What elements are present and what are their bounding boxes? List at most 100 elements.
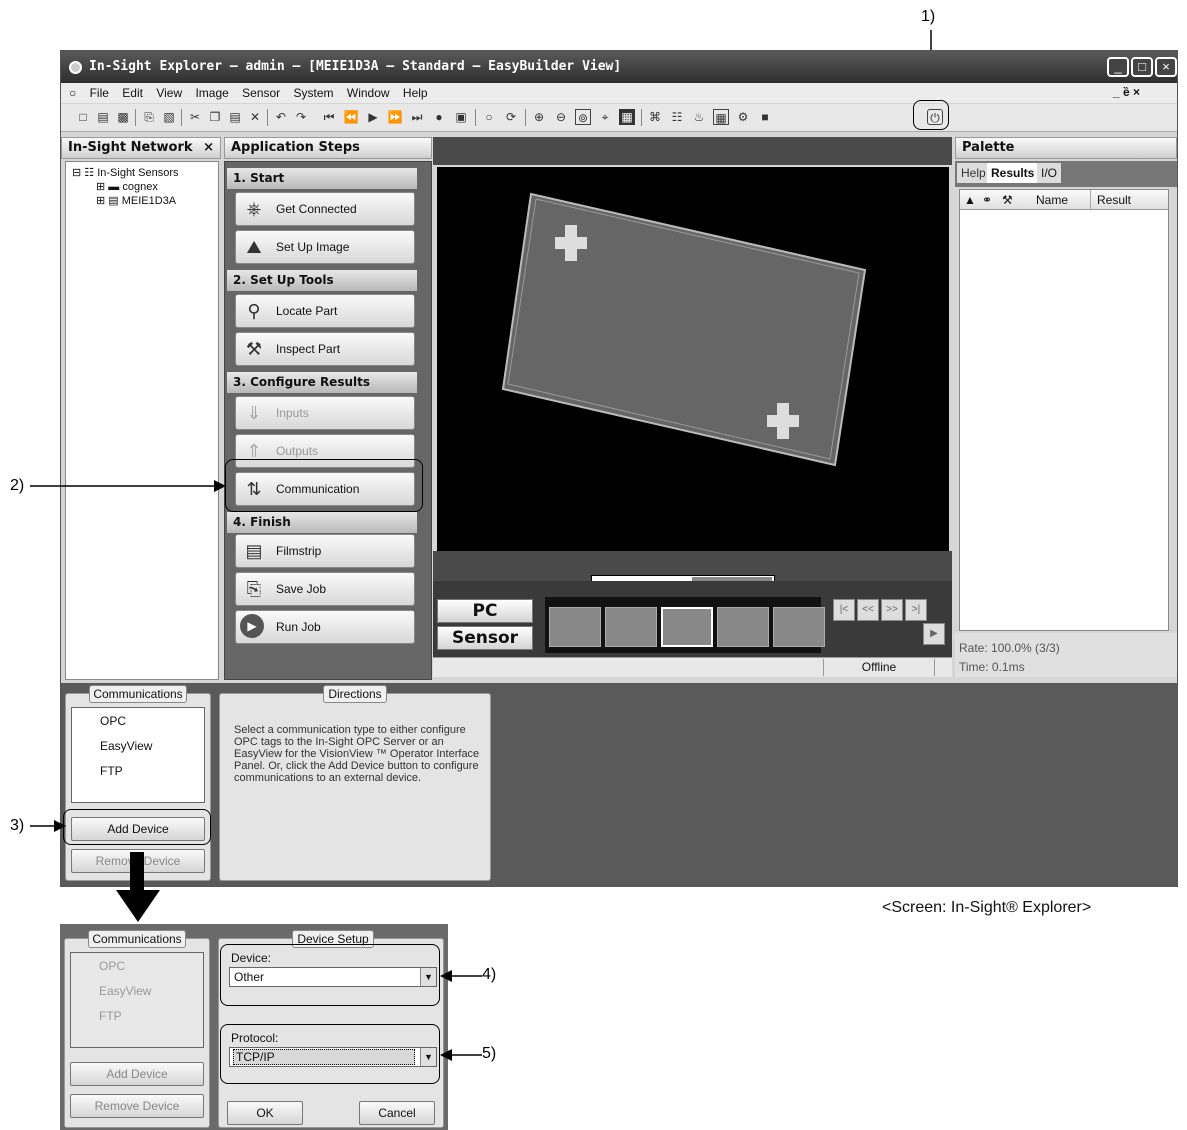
- menu-image[interactable]: Image: [195, 86, 228, 100]
- step-inputs[interactable]: ⇓ Inputs: [235, 396, 415, 430]
- palette-header: Palette: [955, 137, 1177, 159]
- menu-view[interactable]: View: [156, 86, 182, 100]
- minimize-button[interactable]: _: [1107, 57, 1129, 77]
- grid-icon[interactable]: ⌖: [597, 109, 613, 125]
- sensor-button[interactable]: Sensor: [437, 626, 533, 650]
- tree-node-cognex[interactable]: ⊞ ▬ cognex: [96, 180, 158, 194]
- rewind-icon[interactable]: ⏪: [343, 109, 359, 125]
- network-icon[interactable]: ☷: [669, 109, 685, 125]
- filmstrip-thumb[interactable]: [549, 607, 601, 647]
- stop-icon[interactable]: ■: [757, 109, 773, 125]
- print-icon[interactable]: ⎘: [141, 109, 157, 125]
- first-frame-button[interactable]: |<: [833, 599, 855, 621]
- list-item-opc[interactable]: OPC: [100, 714, 126, 728]
- zoom-out-icon[interactable]: ⊖: [553, 109, 569, 125]
- redo-icon[interactable]: ↷: [293, 109, 309, 125]
- step-save-job[interactable]: ⎘ Save Job: [235, 572, 415, 606]
- cancel-button[interactable]: Cancel: [359, 1101, 435, 1125]
- tree-node-sensor[interactable]: ⊞ ▤ MEIE1D3A: [96, 194, 176, 208]
- play-frame-button[interactable]: ▶: [923, 623, 945, 645]
- column-name[interactable]: Name: [1036, 190, 1068, 210]
- copy-icon[interactable]: ❐: [207, 109, 223, 125]
- menu-system[interactable]: System: [294, 86, 334, 100]
- undo-icon[interactable]: ↶: [273, 109, 289, 125]
- play-icon[interactable]: ▶: [365, 109, 381, 125]
- image-display[interactable]: [437, 167, 949, 551]
- step-get-connected[interactable]: ⎈ Get Connected: [235, 192, 415, 226]
- list-item-easyview[interactable]: EasyView: [100, 739, 152, 753]
- network-tree: ⊟ ☷ In-Sight Sensors ⊞ ▬ cognex ⊞ ▤ MEIE…: [65, 161, 219, 680]
- close-button[interactable]: ×: [1155, 57, 1177, 77]
- paste-icon[interactable]: ▤: [227, 109, 243, 125]
- section-finish: 4. Finish: [227, 512, 417, 533]
- step-locate-part[interactable]: ⚲ Locate Part: [235, 294, 415, 328]
- callout-5-arrow: [440, 1049, 482, 1061]
- toolbar-separator: [525, 109, 526, 126]
- image-setup-icon: ⛰: [246, 237, 262, 257]
- sensor-icon[interactable]: ♨: [691, 109, 707, 125]
- tab-io[interactable]: I/O: [1037, 163, 1062, 183]
- maximize-button[interactable]: □: [1131, 57, 1153, 77]
- tool-icon: ⚒: [1002, 193, 1013, 207]
- menu-window[interactable]: Window: [347, 86, 390, 100]
- zoom-in-icon[interactable]: ⊕: [531, 109, 547, 125]
- tree-node-root[interactable]: ⊟ ☷ In-Sight Sensors: [72, 166, 179, 180]
- network-close-icon[interactable]: ×: [203, 138, 214, 158]
- image-icon[interactable]: ▦: [619, 109, 635, 125]
- fast-forward-icon[interactable]: ⏩: [387, 109, 403, 125]
- filmstrip-thumb[interactable]: [605, 607, 657, 647]
- column-result[interactable]: Result: [1090, 190, 1131, 210]
- cut-icon[interactable]: ✂: [187, 109, 203, 125]
- print-preview-icon[interactable]: ▧: [161, 109, 177, 125]
- step-run-job[interactable]: ▶ Run Job: [235, 610, 415, 644]
- results-table: ▲ ⚭ ⚒ Name Result: [959, 189, 1169, 631]
- communications-legend-2: Communications: [88, 930, 186, 948]
- list-item-ftp[interactable]: FTP: [100, 764, 123, 778]
- mdi-controls[interactable]: _ ȅ ×: [1113, 85, 1140, 99]
- menu-sensor[interactable]: Sensor: [242, 86, 280, 100]
- live-icon[interactable]: ○: [481, 109, 497, 125]
- callout-2-box: [225, 459, 423, 512]
- filmstrip-thumb[interactable]: [717, 607, 769, 647]
- filmstrip-thumb[interactable]: [661, 607, 713, 647]
- toolbar-separator: [267, 109, 268, 126]
- pc-button[interactable]: PC: [437, 599, 533, 623]
- open-icon[interactable]: ▤: [95, 109, 111, 125]
- tab-help[interactable]: Help: [957, 163, 990, 183]
- tab-results[interactable]: Results: [987, 163, 1039, 183]
- directions-text: Select a communication type to either co…: [234, 724, 480, 784]
- record-icon[interactable]: ●: [431, 109, 447, 125]
- section-start: 1. Start: [227, 168, 417, 189]
- app-logo-icon: [69, 61, 82, 74]
- ok-button[interactable]: OK: [227, 1101, 303, 1125]
- prev-frame-button[interactable]: <<: [857, 599, 879, 621]
- menu-edit[interactable]: Edit: [122, 86, 143, 100]
- refresh-icon[interactable]: ⟳: [503, 109, 519, 125]
- menu-help[interactable]: Help: [403, 86, 428, 100]
- palette-footer: Rate: 100.0% (3/3) Time: 0.1ms: [955, 633, 1177, 677]
- spreadsheet-icon[interactable]: ▦: [713, 109, 729, 125]
- step-filmstrip[interactable]: ▤ Filmstrip: [235, 534, 415, 568]
- cross-icon[interactable]: ⌘: [647, 109, 663, 125]
- last-frame-button[interactable]: >|: [905, 599, 927, 621]
- callout-1-label: 1): [921, 8, 936, 25]
- new-icon[interactable]: □: [75, 109, 91, 125]
- zoom-fit-icon[interactable]: ⊚: [575, 109, 591, 125]
- menu-file[interactable]: File: [90, 86, 109, 100]
- communications-list[interactable]: OPC EasyView FTP: [71, 707, 205, 803]
- step-inspect-part[interactable]: ⚒ Inspect Part: [235, 332, 415, 366]
- filmstrip-thumb[interactable]: [773, 607, 825, 647]
- snapshot-icon[interactable]: ▣: [453, 109, 469, 125]
- next-frame-button[interactable]: >>: [881, 599, 903, 621]
- toolbar-separator: [641, 109, 642, 126]
- filmstrip[interactable]: [545, 597, 825, 653]
- delete-icon[interactable]: ✕: [247, 109, 263, 125]
- palette-tabs: Help Results I/O: [955, 161, 1177, 187]
- step-set-up-image[interactable]: ⛰ Set Up Image: [235, 230, 415, 264]
- last-icon[interactable]: ⏭: [409, 109, 425, 125]
- first-icon[interactable]: ⏮: [321, 109, 337, 125]
- settings-icon[interactable]: ⚙: [735, 109, 751, 125]
- run-icon: ▶: [240, 614, 264, 638]
- save-icon[interactable]: ▩: [115, 109, 131, 125]
- inputs-icon: ⇓: [246, 403, 262, 423]
